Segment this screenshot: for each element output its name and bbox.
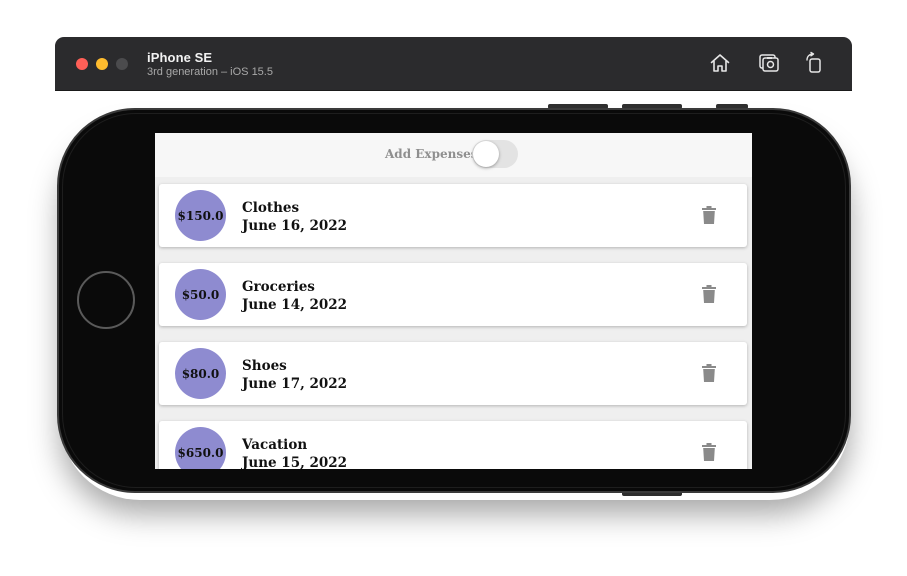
add-expenses-label: Add Expenses [385,147,478,161]
delete-expense-button[interactable] [702,443,720,463]
expense-title: Shoes [242,358,287,374]
device-name: iPhone SE [147,50,213,65]
rotate-icon [806,51,821,73]
delete-expense-button[interactable] [702,206,720,226]
expense-card: $650.0 Vacation June 15, 2022 [159,421,747,469]
device-subtitle: 3rd generation – iOS 15.5 [147,66,273,78]
toggle-knob [473,141,499,167]
trash-icon [702,443,716,461]
home-icon [710,54,730,72]
minimize-window-button[interactable] [96,58,108,70]
close-window-button[interactable] [76,58,88,70]
app-screen: Add Expenses $150.0 Clothes June 16, 202… [155,133,752,469]
expense-card: $150.0 Clothes June 16, 2022 [159,184,747,247]
expense-date: June 14, 2022 [242,297,348,313]
trash-icon [702,285,716,303]
expense-date: June 17, 2022 [242,376,348,392]
home-button[interactable] [708,51,732,75]
expense-title: Vacation [242,437,308,453]
phone-home-button[interactable] [77,271,135,329]
expense-amount-badge: $150.0 [175,190,226,241]
app-header: Add Expenses [155,133,752,177]
screenshot-icon [759,54,779,72]
expense-amount-badge: $650.0 [175,427,226,469]
expense-title: Clothes [242,200,300,216]
zoom-window-button[interactable] [116,58,128,70]
screenshot-button[interactable] [757,51,781,75]
trash-icon [702,206,716,224]
expense-amount-badge: $80.0 [175,348,226,399]
expense-card: $80.0 Shoes June 17, 2022 [159,342,747,405]
delete-expense-button[interactable] [702,364,720,384]
add-expenses-toggle[interactable] [472,140,518,168]
delete-expense-button[interactable] [702,285,720,305]
expense-date: June 15, 2022 [242,455,348,469]
expense-title: Groceries [242,279,315,295]
expense-card: $50.0 Groceries June 14, 2022 [159,263,747,326]
trash-icon [702,364,716,382]
expense-amount-badge: $50.0 [175,269,226,320]
rotate-button[interactable] [803,51,827,75]
expense-date: June 16, 2022 [242,218,348,234]
